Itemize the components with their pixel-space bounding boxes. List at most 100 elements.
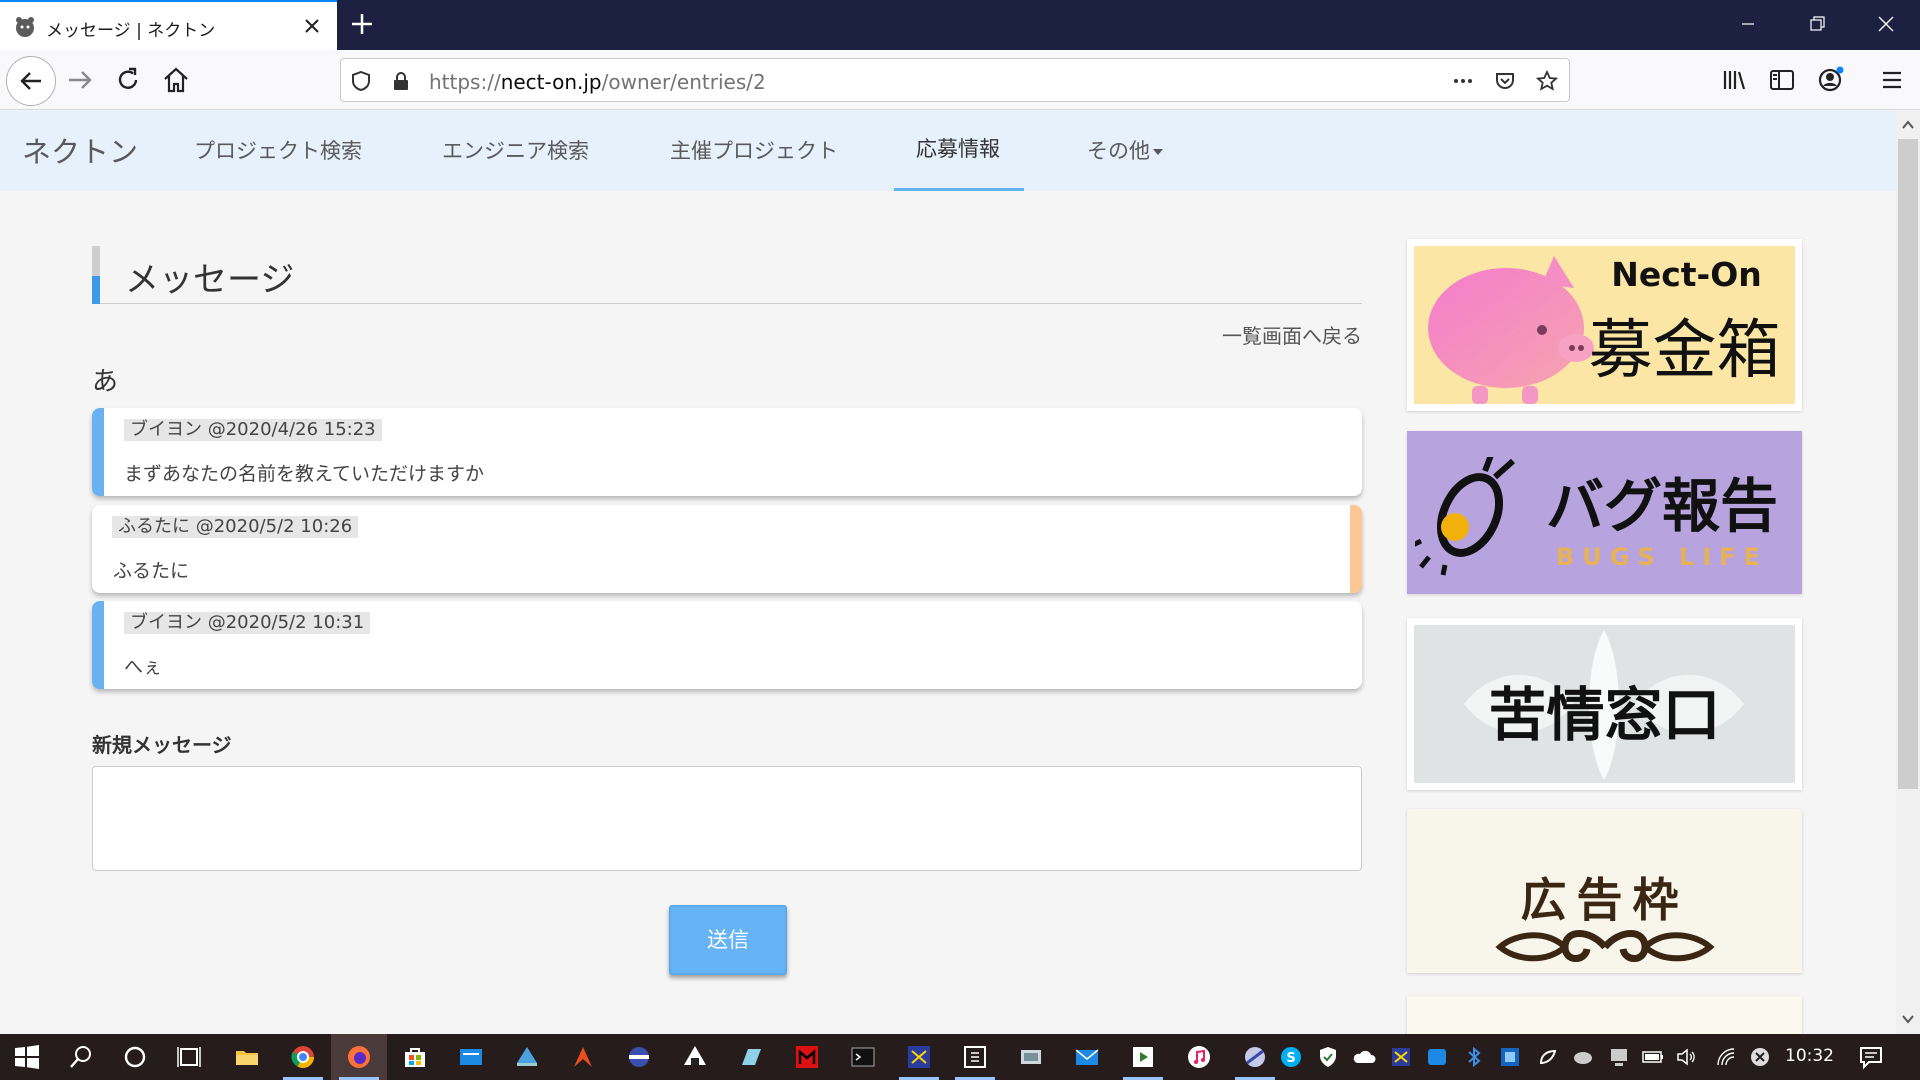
menu-icon[interactable] <box>1876 64 1908 96</box>
app-icon-6[interactable] <box>737 1043 765 1071</box>
ad-space[interactable]: 広告枠 <box>1407 809 1802 973</box>
app-icon-10[interactable] <box>1017 1043 1045 1071</box>
close-window-icon[interactable] <box>1874 12 1898 36</box>
app-icon-1[interactable] <box>457 1043 485 1071</box>
file-explorer-icon[interactable] <box>233 1043 261 1071</box>
message-item: ブイヨン @2020/5/2 10:31 へぇ <box>92 601 1362 689</box>
url-prefix: https:// <box>429 70 501 94</box>
reload-button[interactable] <box>112 64 144 96</box>
ad-complaints[interactable]: 苦情窓口 <box>1407 618 1802 790</box>
sidebar-icon[interactable] <box>1766 64 1798 96</box>
page-scrollbar[interactable] <box>1896 111 1920 1034</box>
ad-title: Nect-On <box>1611 255 1762 294</box>
skype-icon[interactable]: S <box>1279 1043 1303 1071</box>
back-to-list-link[interactable]: 一覧画面へ戻る <box>1222 320 1362 349</box>
onedrive-icon[interactable] <box>1352 1043 1376 1071</box>
restore-window-icon[interactable] <box>1805 12 1829 36</box>
nav-project-search[interactable]: プロジェクト検索 <box>194 135 362 165</box>
chrome-icon[interactable] <box>289 1043 317 1071</box>
shield-icon[interactable] <box>349 69 373 93</box>
terminal-icon[interactable] <box>849 1043 877 1071</box>
browser-tab-active[interactable]: メッセージ | ネクトン <box>0 0 337 50</box>
minimize-window-icon[interactable] <box>1736 12 1760 36</box>
tray-app-icon-3[interactable] <box>1498 1043 1522 1071</box>
pocket-icon[interactable] <box>1493 69 1517 93</box>
scroll-down-icon[interactable] <box>1900 1011 1916 1027</box>
web-page: ネクトン プロジェクト検索 エンジニア検索 主催プロジェクト 応募情報 その他 … <box>0 111 1896 1034</box>
task-view-icon[interactable] <box>175 1043 203 1071</box>
message-meta: ふるたに @2020/5/2 10:26 <box>112 516 359 538</box>
active-nav-indicator <box>894 188 1024 191</box>
more-actions-icon[interactable] <box>1451 69 1475 93</box>
back-button[interactable] <box>6 56 56 106</box>
message-meta: ブイヨン @2020/4/26 15:23 <box>124 419 382 441</box>
ad-bug-report[interactable]: バグ報告 BUGS LIFE <box>1407 431 1802 594</box>
message-meta: ブイヨン @2020/5/2 10:31 <box>124 612 371 634</box>
firefox-icon[interactable] <box>345 1043 373 1071</box>
close-tab-icon[interactable] <box>300 14 324 38</box>
cortana-icon[interactable] <box>121 1043 149 1071</box>
home-button[interactable] <box>160 64 192 96</box>
message-body: まずあなたの名前を教えていただけますか <box>124 463 485 485</box>
new-message-textarea[interactable] <box>92 766 1362 871</box>
windows-start-icon[interactable] <box>13 1043 41 1071</box>
volume-icon[interactable] <box>1675 1043 1699 1071</box>
new-tab-icon[interactable] <box>348 10 376 38</box>
battery-icon[interactable] <box>1641 1043 1665 1071</box>
ad-title: 広告枠 <box>1520 873 1689 927</box>
security-shield-icon[interactable] <box>1316 1043 1340 1071</box>
forward-button[interactable] <box>64 64 96 96</box>
bookmark-star-icon[interactable] <box>1535 69 1559 93</box>
app-icon-9[interactable] <box>961 1043 989 1071</box>
no-connection-icon[interactable] <box>1748 1043 1772 1071</box>
search-icon[interactable] <box>67 1043 95 1071</box>
notifications-icon[interactable] <box>1857 1043 1885 1071</box>
tray-app-icon-4[interactable] <box>1535 1043 1559 1071</box>
url-host: nect-on.jp <box>500 70 602 94</box>
tray-app-icon-1[interactable] <box>1389 1043 1413 1071</box>
app-icon-11[interactable] <box>1129 1043 1157 1071</box>
library-icon[interactable] <box>1718 64 1750 96</box>
ad-placeholder <box>1407 996 1802 1034</box>
nav-more-dropdown[interactable]: その他 <box>1087 135 1163 165</box>
lock-icon[interactable] <box>389 69 413 93</box>
site-brand[interactable]: ネクトン <box>22 129 138 171</box>
app-icon-4[interactable] <box>625 1043 653 1071</box>
send-button[interactable]: 送信 <box>669 905 787 975</box>
nav-engineer-search[interactable]: エンジニア検索 <box>442 135 589 165</box>
app-icon-7[interactable] <box>793 1043 821 1071</box>
app-icon-2[interactable] <box>513 1043 541 1071</box>
wifi-icon[interactable] <box>1714 1043 1738 1071</box>
store-icon[interactable] <box>401 1043 429 1071</box>
scroll-up-icon[interactable] <box>1900 117 1916 133</box>
scrollbar-thumb[interactable] <box>1898 139 1918 789</box>
network-display-icon[interactable] <box>1607 1043 1631 1071</box>
svg-text:S: S <box>1286 1051 1295 1066</box>
account-icon[interactable] <box>1814 64 1846 96</box>
app-icon-12[interactable] <box>1241 1043 1269 1071</box>
url-bar[interactable]: https://nect-on.jp/owner/entries/2 <box>340 58 1570 102</box>
url-text: https://nect-on.jp/owner/entries/2 <box>429 70 766 94</box>
app-icon-8[interactable] <box>905 1043 933 1071</box>
ad-title: バグ報告 <box>1545 472 1778 540</box>
bluetooth-icon[interactable] <box>1462 1043 1486 1071</box>
thread-subject: あ <box>92 367 119 397</box>
message-item: ブイヨン @2020/4/26 15:23 まずあなたの名前を教えていただけます… <box>92 408 1362 496</box>
tray-app-icon-2[interactable] <box>1425 1043 1449 1071</box>
message-body: へぇ <box>124 656 163 678</box>
message-item: ふるたに @2020/5/2 10:26 ふるたに <box>92 505 1362 593</box>
url-path: /owner/entries/2 <box>601 70 766 94</box>
tab-title: メッセージ | ネクトン <box>46 21 216 41</box>
app-icon-3[interactable] <box>569 1043 597 1071</box>
windows-taskbar: S 10:32 <box>0 1034 1920 1080</box>
tray-app-icon-5[interactable] <box>1571 1043 1595 1071</box>
ornament-icon <box>1495 930 1715 962</box>
nav-hosted-projects[interactable]: 主催プロジェクト <box>670 135 838 165</box>
mail-icon[interactable] <box>1073 1043 1101 1071</box>
itunes-icon[interactable] <box>1185 1043 1213 1071</box>
app-icon-5[interactable] <box>681 1043 709 1071</box>
browser-toolbar: https://nect-on.jp/owner/entries/2 <box>0 50 1920 110</box>
nav-applications[interactable]: 応募情報 <box>916 133 1000 163</box>
taskbar-clock[interactable]: 10:32 <box>1785 1046 1834 1066</box>
ad-donation-box[interactable]: Nect-On 募金箱 <box>1407 239 1802 411</box>
